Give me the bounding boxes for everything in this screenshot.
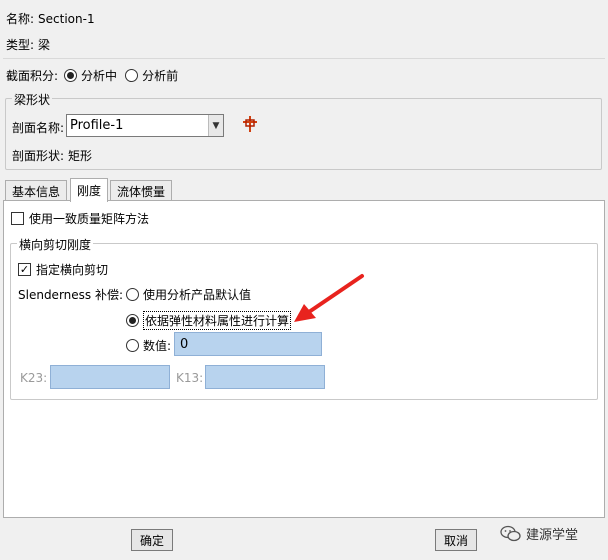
profile-label-text: 剖面名称: bbox=[12, 121, 65, 135]
profile-manager-icon[interactable] bbox=[240, 114, 260, 134]
tab-label: 流体惯量 bbox=[117, 185, 166, 199]
integration-row: 截面积分: 分析中 分析前 bbox=[6, 67, 178, 84]
radio-selected-icon bbox=[126, 314, 139, 327]
slenderness-value-text: 0 bbox=[180, 336, 189, 352]
tab-label: 基本信息 bbox=[12, 185, 61, 199]
slenderness-value-radio[interactable]: 数值: bbox=[126, 337, 171, 354]
specify-shear-label: 指定横向剪切 bbox=[36, 263, 109, 277]
integration-label: 截面积分: bbox=[6, 69, 59, 83]
specify-shear-checkbox[interactable]: ✓ 指定横向剪切 bbox=[18, 261, 108, 278]
shape-value: 矩形 bbox=[68, 149, 93, 163]
consistent-mass-label: 使用一致质量矩阵方法 bbox=[29, 212, 150, 226]
k23-label: K23: bbox=[20, 371, 47, 385]
integration-option-label: 分析中 bbox=[81, 69, 118, 83]
checkbox-unchecked-icon bbox=[11, 212, 24, 225]
profile-label: 剖面名称: bbox=[12, 119, 64, 136]
profile-select[interactable]: Profile-1 ▼ bbox=[66, 114, 224, 137]
profile-select-value: Profile-1 bbox=[70, 118, 124, 133]
section-name-row: 名称: Section-1 bbox=[6, 10, 95, 27]
slenderness-value-input[interactable]: 0 bbox=[174, 332, 322, 356]
shape-row: 剖面形状: 矩形 bbox=[12, 147, 92, 164]
k13-input[interactable] bbox=[205, 365, 325, 389]
divider bbox=[3, 58, 605, 59]
slenderness-value-label: 数值: bbox=[143, 339, 172, 353]
tab-stiffness[interactable]: 刚度 bbox=[70, 178, 109, 202]
k23-label-text: K23: bbox=[20, 371, 48, 385]
integration-option-label: 分析前 bbox=[142, 69, 179, 83]
slenderness-material-radio[interactable]: 依据弹性材料属性进行计算 bbox=[126, 311, 292, 330]
k13-label: K13: bbox=[176, 371, 203, 385]
wechat-icon bbox=[500, 525, 521, 541]
integration-during-analysis-radio[interactable]: 分析中 bbox=[64, 67, 117, 84]
tab-label: 刚度 bbox=[77, 184, 102, 198]
beam-shape-group-title: 梁形状 bbox=[12, 91, 53, 108]
ok-button[interactable]: 确定 bbox=[131, 529, 173, 551]
chevron-down-icon[interactable]: ▼ bbox=[208, 115, 223, 136]
tab-basic-info[interactable]: 基本信息 bbox=[5, 180, 68, 202]
radio-unselected-icon bbox=[126, 339, 139, 352]
section-type-value: 梁 bbox=[38, 38, 51, 52]
slenderness-label: Slenderness 补偿: bbox=[18, 286, 123, 303]
section-name-value: Section-1 bbox=[38, 11, 95, 26]
tab-fluid-inertia[interactable]: 流体惯量 bbox=[110, 180, 173, 202]
shear-stiffness-group-title: 横向剪切刚度 bbox=[17, 236, 94, 253]
slenderness-label-text: Slenderness 补偿: bbox=[18, 288, 124, 302]
shape-label: 剖面形状: bbox=[12, 149, 65, 163]
checkbox-checked-icon: ✓ bbox=[18, 263, 31, 276]
watermark: 建源学堂 bbox=[500, 524, 578, 543]
consistent-mass-checkbox[interactable]: 使用一致质量矩阵方法 bbox=[11, 210, 149, 227]
slenderness-default-label: 使用分析产品默认值 bbox=[143, 288, 252, 302]
ok-button-label: 确定 bbox=[139, 533, 164, 548]
section-type-row: 类型: 梁 bbox=[6, 36, 50, 53]
radio-unselected-icon bbox=[125, 69, 139, 82]
radio-unselected-icon bbox=[126, 288, 139, 301]
section-name-label: 名称: bbox=[6, 12, 35, 26]
cancel-button-label: 取消 bbox=[443, 533, 468, 548]
integration-before-analysis-radio[interactable]: 分析前 bbox=[125, 67, 178, 84]
k23-input[interactable] bbox=[50, 365, 170, 389]
section-type-label: 类型: bbox=[6, 38, 35, 52]
radio-selected-icon bbox=[64, 69, 78, 82]
cancel-button[interactable]: 取消 bbox=[435, 529, 477, 551]
annotation-arrow-icon bbox=[294, 274, 364, 322]
slenderness-default-radio[interactable]: 使用分析产品默认值 bbox=[126, 286, 251, 303]
slenderness-material-label: 依据弹性材料属性进行计算 bbox=[143, 311, 292, 330]
k13-label-text: K13: bbox=[176, 371, 204, 385]
watermark-text: 建源学堂 bbox=[526, 528, 579, 543]
